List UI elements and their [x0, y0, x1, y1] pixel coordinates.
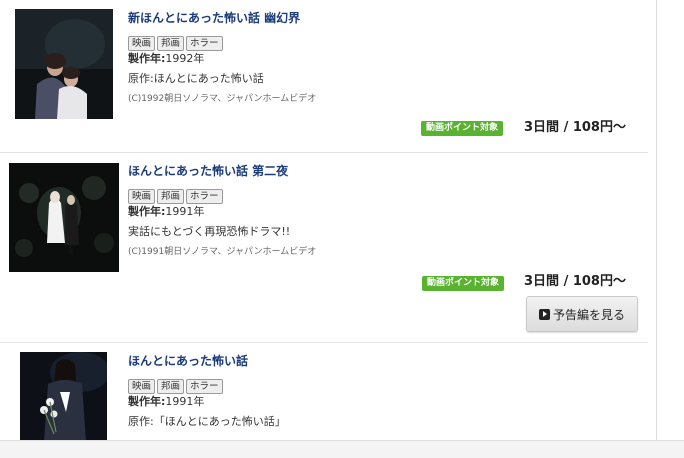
list-item: ほんとにあった怖い話 映画 邦画 ホラー 製作年:1991年 原作:「ほんとにあった… — [0, 343, 648, 453]
rental-price: 3日間 / 108円～ — [524, 120, 626, 135]
item-description: 原作:ほんとにあった怖い話 — [128, 72, 264, 85]
tag-japanese-film[interactable]: 邦画 — [157, 36, 185, 51]
bottom-bar — [0, 440, 684, 458]
tag-horror[interactable]: ホラー — [186, 379, 223, 394]
poster-thumbnail[interactable] — [9, 163, 119, 272]
copyright-text: (C)1992朝日ソノラマ、ジャパンホームビデオ — [128, 94, 317, 104]
item-info: 新ほんとにあった怖い話 幽幻界 映画 邦画 ホラー 製作年:1992年 原作:ほんと… — [128, 9, 316, 106]
list-item: ほんとにあった怖い話 第二夜 映画 邦画 ホラー 製作年:1991年 実話にもとづく… — [0, 153, 648, 342]
watch-trailer-button[interactable]: 予告編を見る — [526, 296, 638, 332]
right-gutter — [657, 0, 684, 457]
item-title[interactable]: ほんとにあった怖い話 第二夜 — [128, 162, 316, 180]
tag-movie[interactable]: 映画 — [128, 189, 156, 204]
production-year: 製作年:1991年 — [128, 395, 205, 408]
play-icon — [538, 308, 550, 320]
item-description: 実話にもとづく再現恐怖ドラマ!! — [128, 225, 291, 238]
video-list: 新ほんとにあった怖い話 幽幻界 映画 邦画 ホラー 製作年:1992年 原作:ほんと… — [0, 0, 656, 457]
production-year: 製作年:1992年 — [128, 52, 205, 65]
item-info: ほんとにあった怖い話 第二夜 映画 邦画 ホラー 製作年:1991年 実話にもとづく… — [128, 162, 316, 259]
copyright-text: (C)1991朝日ソノラマ、ジャパンホームビデオ — [128, 247, 317, 257]
tag-horror[interactable]: ホラー — [186, 189, 223, 204]
item-info: ほんとにあった怖い話 映画 邦画 ホラー 製作年:1991年 原作:「ほんとにあった… — [128, 352, 286, 430]
tag-movie[interactable]: 映画 — [128, 379, 156, 394]
rental-price: 3日間 / 108円～ — [524, 274, 626, 289]
genre-tags: 映画 邦画 ホラー — [128, 31, 316, 51]
item-title[interactable]: 新ほんとにあった怖い話 幽幻界 — [128, 9, 316, 27]
poster-thumbnail[interactable] — [20, 352, 107, 442]
list-item: 新ほんとにあった怖い話 幽幻界 映画 邦画 ホラー 製作年:1992年 原作:ほんと… — [0, 0, 648, 152]
tag-horror[interactable]: ホラー — [186, 36, 223, 51]
production-year: 製作年:1991年 — [128, 205, 205, 218]
item-description: 原作:「ほんとにあった怖い話」 — [128, 415, 286, 428]
point-badge: 動画ポイント対象 — [422, 276, 505, 291]
tag-movie[interactable]: 映画 — [128, 36, 156, 51]
poster-thumbnail[interactable] — [15, 9, 113, 119]
tag-japanese-film[interactable]: 邦画 — [157, 189, 185, 204]
genre-tags: 映画 邦画 ホラー — [128, 184, 316, 204]
tag-japanese-film[interactable]: 邦画 — [157, 379, 185, 394]
genre-tags: 映画 邦画 ホラー — [128, 374, 286, 394]
trailer-button-label: 予告編を見る — [552, 307, 625, 322]
item-title[interactable]: ほんとにあった怖い話 — [128, 352, 286, 370]
point-badge: 動画ポイント対象 — [421, 121, 504, 136]
